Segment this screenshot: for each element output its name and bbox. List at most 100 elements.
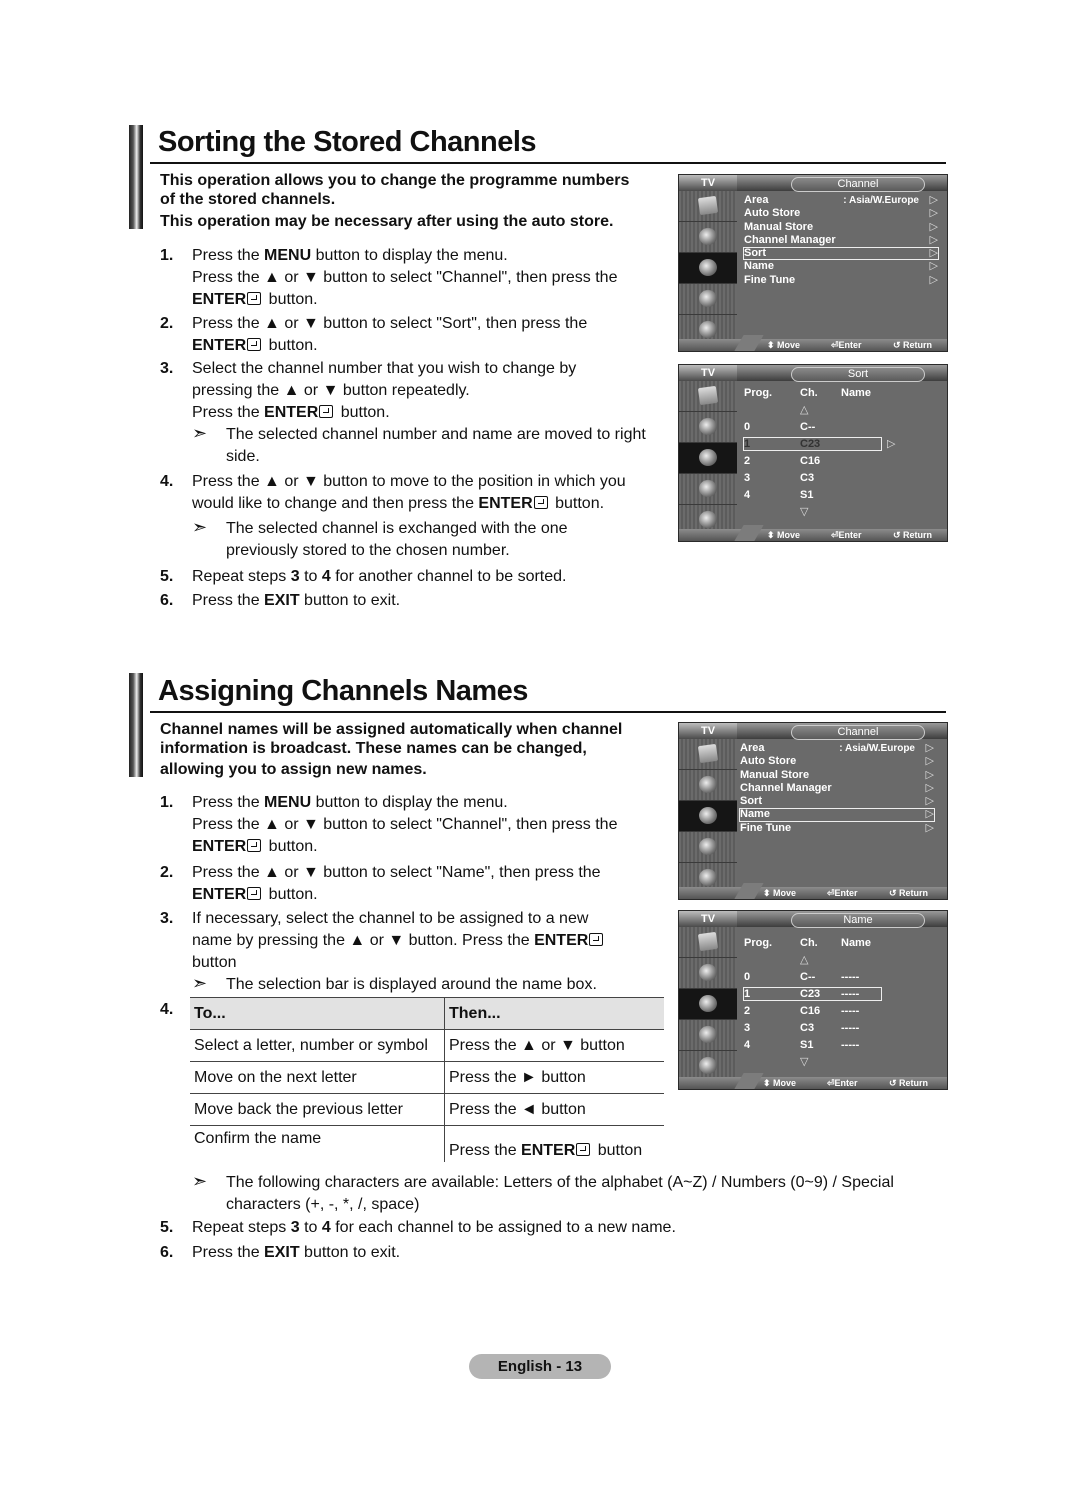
osd-list-header: Prog. Ch. Name bbox=[743, 385, 939, 402]
text: button. bbox=[264, 337, 318, 354]
text: button bbox=[593, 1141, 643, 1159]
step-number: 2. bbox=[160, 864, 174, 881]
enter-key: ENTER bbox=[192, 291, 247, 308]
enter-icon bbox=[589, 933, 604, 946]
text: 3 bbox=[290, 568, 300, 585]
label: Manual Store bbox=[744, 220, 814, 233]
prog: 4 bbox=[744, 1039, 751, 1051]
osd-hint-bar: ⬍ Move ⏎Enter ↺ Return bbox=[679, 1073, 947, 1089]
setup-gear-icon bbox=[679, 284, 737, 315]
step-number: 4. bbox=[160, 1001, 174, 1018]
osd-menu-item-area: Area: Asia/W.Europe ▷ bbox=[743, 194, 939, 207]
exit-key: EXIT bbox=[264, 1244, 300, 1261]
label: Auto Store bbox=[740, 755, 797, 768]
osd-list-row-selected: 1 C23 ▷ bbox=[743, 436, 939, 453]
text: button. bbox=[336, 404, 390, 421]
prog: 0 bbox=[744, 421, 751, 433]
header: Ch. bbox=[800, 387, 818, 399]
area-value: : Asia/W.Europe bbox=[839, 743, 915, 754]
enter-key: ENTER bbox=[264, 404, 319, 421]
text: Select the channel number that you wish … bbox=[192, 360, 577, 377]
arrow-right-icon: ▷ bbox=[929, 194, 938, 206]
header: Prog. bbox=[744, 387, 773, 399]
picture-icon bbox=[679, 739, 737, 770]
table-header-row: To... Then... bbox=[190, 997, 664, 1030]
setup-gear-icon bbox=[679, 832, 737, 863]
osd-menu-item-name: Name ▷ bbox=[739, 808, 935, 822]
sound-icon bbox=[679, 770, 737, 801]
step-number: 4. bbox=[160, 473, 174, 490]
table-cell: Press the ENTER button bbox=[444, 1125, 664, 1162]
enter-icon bbox=[247, 338, 262, 351]
text: Press the ▲ or ▼ button to select "Sort"… bbox=[192, 315, 588, 332]
table-header: Then... bbox=[444, 997, 664, 1030]
enter-hint: ⏎Enter bbox=[827, 1078, 858, 1088]
text: Press the bbox=[192, 247, 265, 264]
osd-menu-item-sort: Sort ▷ bbox=[739, 795, 935, 808]
table-cell: Move back the previous letter bbox=[190, 1093, 445, 1126]
text: Press the bbox=[192, 1244, 265, 1261]
table-cell: Confirm the name bbox=[194, 1130, 322, 1147]
prog: 0 bbox=[744, 971, 751, 983]
text: If necessary, select the channel to be a… bbox=[192, 910, 589, 927]
name: ----- bbox=[841, 1005, 860, 1017]
return-hint: ↺ Return bbox=[889, 888, 929, 898]
table-row: Move on the next letter Press the ► butto… bbox=[190, 1061, 664, 1094]
arrow-right-icon: ▷ bbox=[925, 742, 934, 754]
osd-menu-item-fine-tune: Fine Tune ▷ bbox=[743, 274, 939, 287]
osd-menu-list: Area: Asia/W.Europe ▷ Auto Store ▷ Manual … bbox=[743, 194, 939, 287]
step-number: 5. bbox=[160, 568, 174, 585]
text: previously stored to the chosen number. bbox=[226, 542, 510, 559]
arrow-right-icon: ▷ bbox=[929, 260, 938, 273]
step-number: 2. bbox=[160, 315, 174, 332]
text: Press the ▲ or ▼ button to select "Name"… bbox=[192, 864, 601, 881]
scroll-up-icon: △ bbox=[800, 954, 809, 966]
step-number: 3. bbox=[160, 360, 174, 377]
text: button. bbox=[264, 886, 318, 903]
channel-dish-icon bbox=[679, 253, 737, 284]
intro-line: Channel names will be assigned automatic… bbox=[160, 721, 623, 738]
osd-menu-item-channel-manager: Channel Manager ▷ bbox=[743, 234, 939, 247]
section-rule bbox=[150, 711, 946, 713]
label: Auto Store bbox=[744, 207, 801, 220]
sound-icon bbox=[679, 222, 737, 253]
osd-menu-item-auto-store: Auto Store ▷ bbox=[743, 207, 939, 220]
text: would like to change and then press the bbox=[192, 495, 479, 512]
prog: 1 bbox=[744, 438, 751, 450]
note-arrow-icon: ➣ bbox=[192, 1171, 208, 1191]
osd-list-row: 2 C16 ----- bbox=[743, 1003, 939, 1020]
osd-channel-list: Prog. Ch. Name △ 0 C-- 1 C23 ▷ 2 C16 3 C3 4 S1 ▽ bbox=[743, 385, 939, 521]
arrow-right-icon: ▷ bbox=[925, 808, 934, 821]
return-hint: ↺ Return bbox=[889, 1078, 929, 1088]
arrow-right-icon: ▷ bbox=[887, 438, 896, 450]
text: 3 bbox=[290, 1219, 300, 1236]
return-hint: ↺ Return bbox=[893, 340, 933, 350]
ch: C3 bbox=[800, 1022, 815, 1034]
text: Press the bbox=[192, 404, 265, 421]
header: Prog. bbox=[744, 937, 773, 949]
enter-icon bbox=[576, 1142, 591, 1156]
sound-icon bbox=[679, 958, 737, 989]
name: ----- bbox=[841, 1022, 860, 1034]
osd-channel-menu-name: TV Channel Area: Asia/W.Europe ▷ Auto Sto… bbox=[678, 722, 948, 900]
text: 4 bbox=[321, 1219, 331, 1236]
osd-sort-screen: TV Sort Prog. Ch. Name △ 0 C-- 1 C23 ▷ 2 C16 3… bbox=[678, 364, 948, 542]
enter-icon bbox=[247, 839, 262, 852]
enter-icon bbox=[533, 496, 548, 509]
osd-list-header: Prog. Ch. Name bbox=[743, 935, 939, 952]
setup-gear-icon bbox=[679, 474, 737, 505]
arrow-right-icon: ▷ bbox=[925, 781, 934, 794]
osd-list-row: 4 S1 ----- bbox=[743, 1037, 939, 1054]
arrow-right-icon: ▷ bbox=[929, 220, 938, 233]
return-hint: ↺ Return bbox=[893, 530, 933, 540]
text: button to display the menu. bbox=[311, 794, 508, 811]
table-row: Confirm the name Press the ENTER button bbox=[190, 1125, 664, 1162]
table-header: To... bbox=[190, 997, 445, 1030]
naming-actions-table: To... Then... Select a letter, number or… bbox=[190, 997, 664, 1162]
enter-hint: ⏎Enter bbox=[827, 888, 858, 898]
osd-list-row-selected: 1 C23 ----- bbox=[743, 986, 939, 1003]
text: name by pressing the ▲ or ▼ button. Pres… bbox=[192, 932, 535, 949]
menu-key: MENU bbox=[264, 794, 312, 811]
osd-tv-label: TV bbox=[679, 365, 737, 381]
note-arrow-icon: ➣ bbox=[192, 517, 208, 537]
